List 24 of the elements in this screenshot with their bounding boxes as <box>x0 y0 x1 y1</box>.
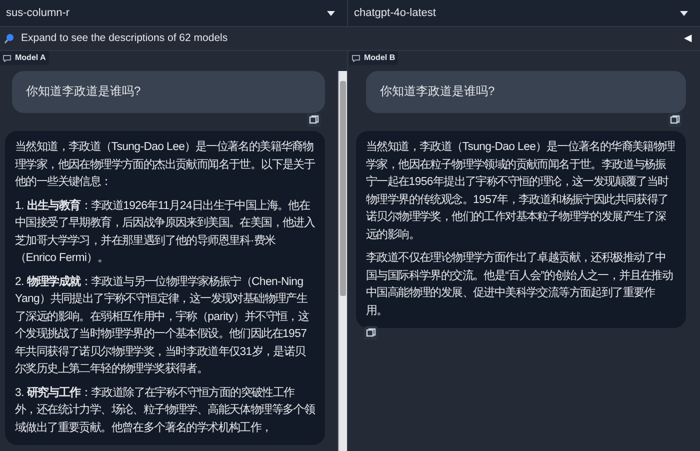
answer-paragraph: 2. 物理学成就：李政道与另一位物理学家杨振宁（Chen-Ning Yang）共同提出了宇称不守恒定律，这一发现对基础物理产生了深远的影响。在弱相互作用中，宇称（parity）并不守恒，这个发现挑战了当时物理学界的一个基本假设。他们因此在1957年共同获得了诺贝尔物理学奖，当时李政道年仅31岁，是诺贝尔奖历史上第二年轻的物理学奖获得者。 <box>15 274 310 377</box>
user-message: 你知道李政道是谁吗? <box>12 71 325 113</box>
chat-icon <box>3 54 11 62</box>
answer-paragraph: 李政道不仅在理论物理学方面作出了卓越贡献，还积极推动了中国与国际科学界的交流。他是“百人会”的创始人之一，并且在推动中国高能物理的发展、促进中美科学交流等方面起到了重要作用。 <box>366 250 674 318</box>
answer-paragraph: 1. 出生与教育：李政道1926年11月24日出生于中国上海。他在中国接受了早期教育，后因战争原因来到美国。在美国，他进入芝加哥大学学习，并在那里遇到了他的导师恩里科·费米（Enrico Fermi）。 <box>15 198 315 266</box>
collapse-toggle[interactable]: ◀ <box>684 31 692 46</box>
magnifier-icon <box>4 33 15 44</box>
scrollbar[interactable] <box>338 71 347 451</box>
caret-icon <box>680 10 688 16</box>
copy-icon[interactable] <box>364 326 378 340</box>
model-dropdown[interactable]: sus-column-r <box>0 0 348 26</box>
answer-paragraph: 当然知道，李政道（Tsung-Dao Lee）是一位著名的美籍华裔物理学家，他因在物理学方面的杰出贡献而闻名于世。以下是关于他的一些关键信息： <box>15 139 315 190</box>
scrollbar-thumb[interactable] <box>340 81 346 296</box>
caret-icon <box>327 10 335 16</box>
answer-paragraph: 3. 研究与工作：李政道除了在宇称不守恒方面的突破性工作外，还在统计力学、场论、粒子物理学、高能天体物理等多个领域做出了重要贡献。他曾在多个著名的学术机构工作， <box>15 385 315 436</box>
model-label: Model A <box>0 51 49 65</box>
user-message: 你知道李政道是谁吗? <box>366 71 686 113</box>
copy-icon[interactable] <box>668 113 682 127</box>
copy-icon[interactable] <box>307 113 321 127</box>
expand-label[interactable]: Expand to see the descriptions of 62 models <box>21 30 684 46</box>
model-label: Model B <box>349 51 398 65</box>
model-dropdown[interactable]: chatgpt-4o-latest <box>348 0 700 26</box>
answer-paragraph: 当然知道，李政道（Tsung-Dao Lee）是一位著名的华裔美籍物理学家，他因在粒子物理学领域的贡献而闻名于世。李政道与杨振宁一起在1956年提出了宇称不守恒的理论，这一发现颠覆了当时物理学界的传统观念。1957年，李政道和杨振宁因此共同获得了诺贝尔物理学奖，他们的工作对基本粒子物理学的发展产生了深远的影响。 <box>366 139 676 242</box>
chat-icon <box>352 54 360 62</box>
